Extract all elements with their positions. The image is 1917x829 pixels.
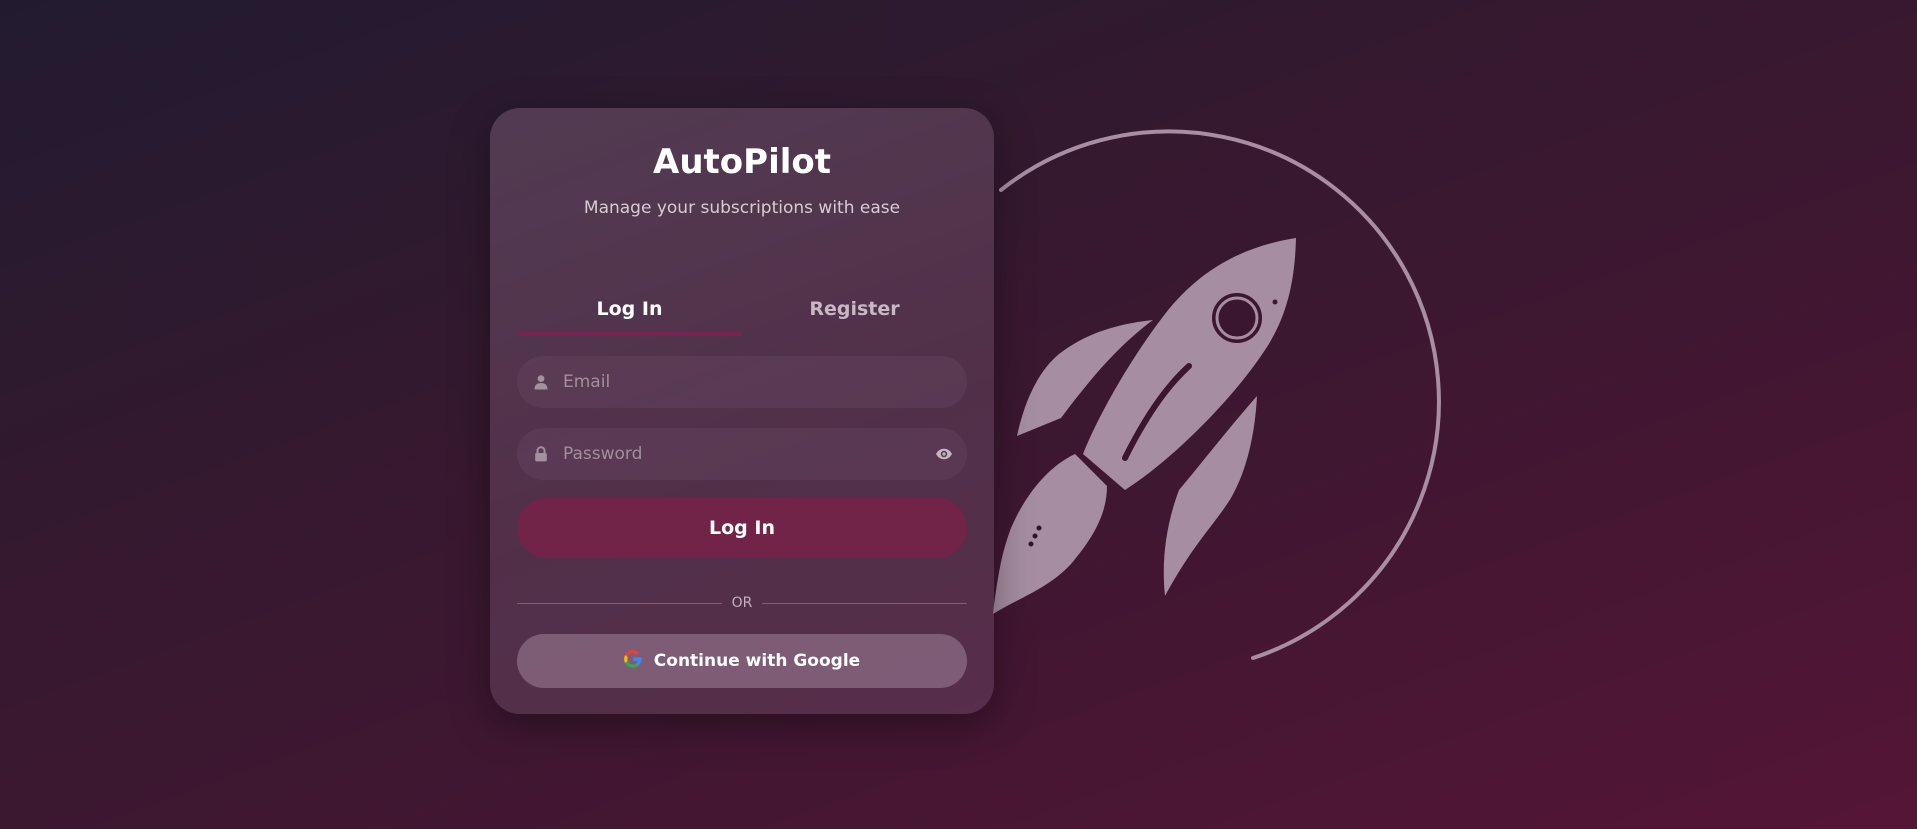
google-icon <box>623 649 642 673</box>
eye-icon[interactable] <box>933 443 955 465</box>
login-card: AutoPilot Manage your subscriptions with… <box>490 108 994 714</box>
or-divider: OR <box>517 593 967 613</box>
tab-login[interactable]: Log In <box>517 286 742 336</box>
auth-tabs: Log In Register <box>517 286 967 336</box>
password-input[interactable] <box>561 427 933 481</box>
google-signin-button[interactable]: Continue with Google <box>517 634 967 688</box>
login-button[interactable]: Log In <box>517 498 967 558</box>
password-field-wrapper <box>517 427 967 481</box>
tab-register[interactable]: Register <box>742 286 967 336</box>
divider-line-left <box>517 602 722 604</box>
email-input[interactable] <box>561 355 967 409</box>
google-signin-label: Continue with Google <box>653 651 861 671</box>
rocket-illustration <box>993 129 1441 660</box>
user-icon <box>531 372 551 392</box>
divider-line-right <box>762 602 967 604</box>
divider-label: OR <box>731 595 753 611</box>
lock-icon <box>531 444 551 464</box>
rocket-flame-left <box>993 454 1107 614</box>
app-subtitle: Manage your subscriptions with ease <box>583 198 901 218</box>
app-title: AutoPilot <box>653 142 831 182</box>
email-field-wrapper <box>517 355 967 409</box>
